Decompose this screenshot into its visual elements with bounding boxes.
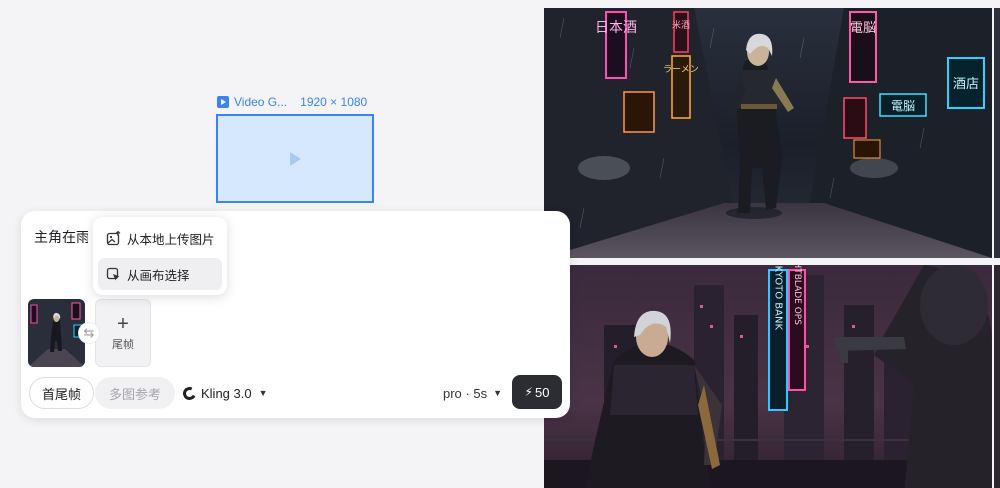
canvas-image-standoff[interactable]: NEO-KYOTO BANK NIGHTBLADE OPS — [544, 265, 992, 488]
video-placeholder-label[interactable]: Video G... 1920 × 1080 — [217, 95, 367, 109]
model-selector[interactable]: Kling 3.0 ▼ — [181, 377, 268, 409]
play-icon — [289, 151, 301, 166]
model-label: Kling 3.0 — [201, 385, 252, 401]
canvas-image-partial-bottom[interactable] — [994, 265, 1000, 488]
plus-icon: + — [117, 312, 129, 335]
upload-local-label: 从本地上传图片 — [127, 232, 215, 247]
sign-denno: 電脳 — [891, 99, 915, 113]
pick-canvas-label: 从画布选择 — [127, 268, 190, 283]
chevron-down-icon: ▼ — [258, 388, 268, 398]
pick-from-canvas-option[interactable]: 从画布选择 — [98, 258, 222, 290]
placeholder-title: Video G... — [234, 95, 288, 109]
credit-cost: 50 — [534, 384, 550, 400]
sign-nihonshu: 日本酒 — [595, 20, 637, 36]
quality-duration-selector[interactable]: pro · 5s ▼ — [443, 377, 502, 409]
image-source-popover: 从本地上传图片 从画布选择 — [93, 217, 227, 295]
sign-hotel: 酒店 — [953, 77, 979, 92]
start-frame-thumbnail[interactable] — [28, 299, 85, 367]
prompt-toolbar: 首尾帧 多图参考 Kling 3.0 ▼ pro · 5s ▼ ⚡ 50 — [21, 369, 570, 418]
canvas-image-running[interactable]: 日本酒 米酒 ラーメン 電脳 電脳 酒店 — [544, 8, 992, 258]
generate-button[interactable]: ⚡ 50 — [512, 375, 562, 409]
canvas-select-icon — [106, 267, 120, 280]
chevron-down-icon: ▼ — [493, 388, 502, 398]
frame-slots: ⇆ + 尾帧 — [28, 299, 151, 367]
placeholder-dimensions: 1920 × 1080 — [300, 95, 368, 109]
video-icon — [217, 96, 229, 108]
sign-nightblade: NIGHTBLADE OPS — [792, 265, 802, 325]
sign-kome: 米酒 — [672, 19, 690, 31]
canvas-image-partial-top[interactable] — [994, 8, 1000, 258]
end-frame-label: 尾帧 — [112, 338, 134, 351]
multi-reference-button[interactable]: 多图参考 — [95, 377, 176, 409]
upload-image-icon — [106, 230, 121, 245]
lightning-icon: ⚡ — [524, 385, 533, 399]
kling-logo-icon — [181, 384, 198, 402]
sign-neo-kyoto: NEO-KYOTO BANK — [773, 265, 784, 330]
sign-denno-top: 電脳 — [850, 21, 876, 36]
video-placeholder[interactable] — [216, 114, 374, 203]
end-frame-button[interactable]: + 尾帧 — [95, 299, 151, 367]
upload-local-option[interactable]: 从本地上传图片 — [98, 222, 222, 254]
sign-ramen: ラーメン — [663, 64, 699, 75]
first-last-frame-button[interactable]: 首尾帧 — [29, 377, 95, 409]
swap-icon[interactable]: ⇆ — [79, 323, 99, 343]
quality-label: pro · 5s — [443, 385, 488, 401]
